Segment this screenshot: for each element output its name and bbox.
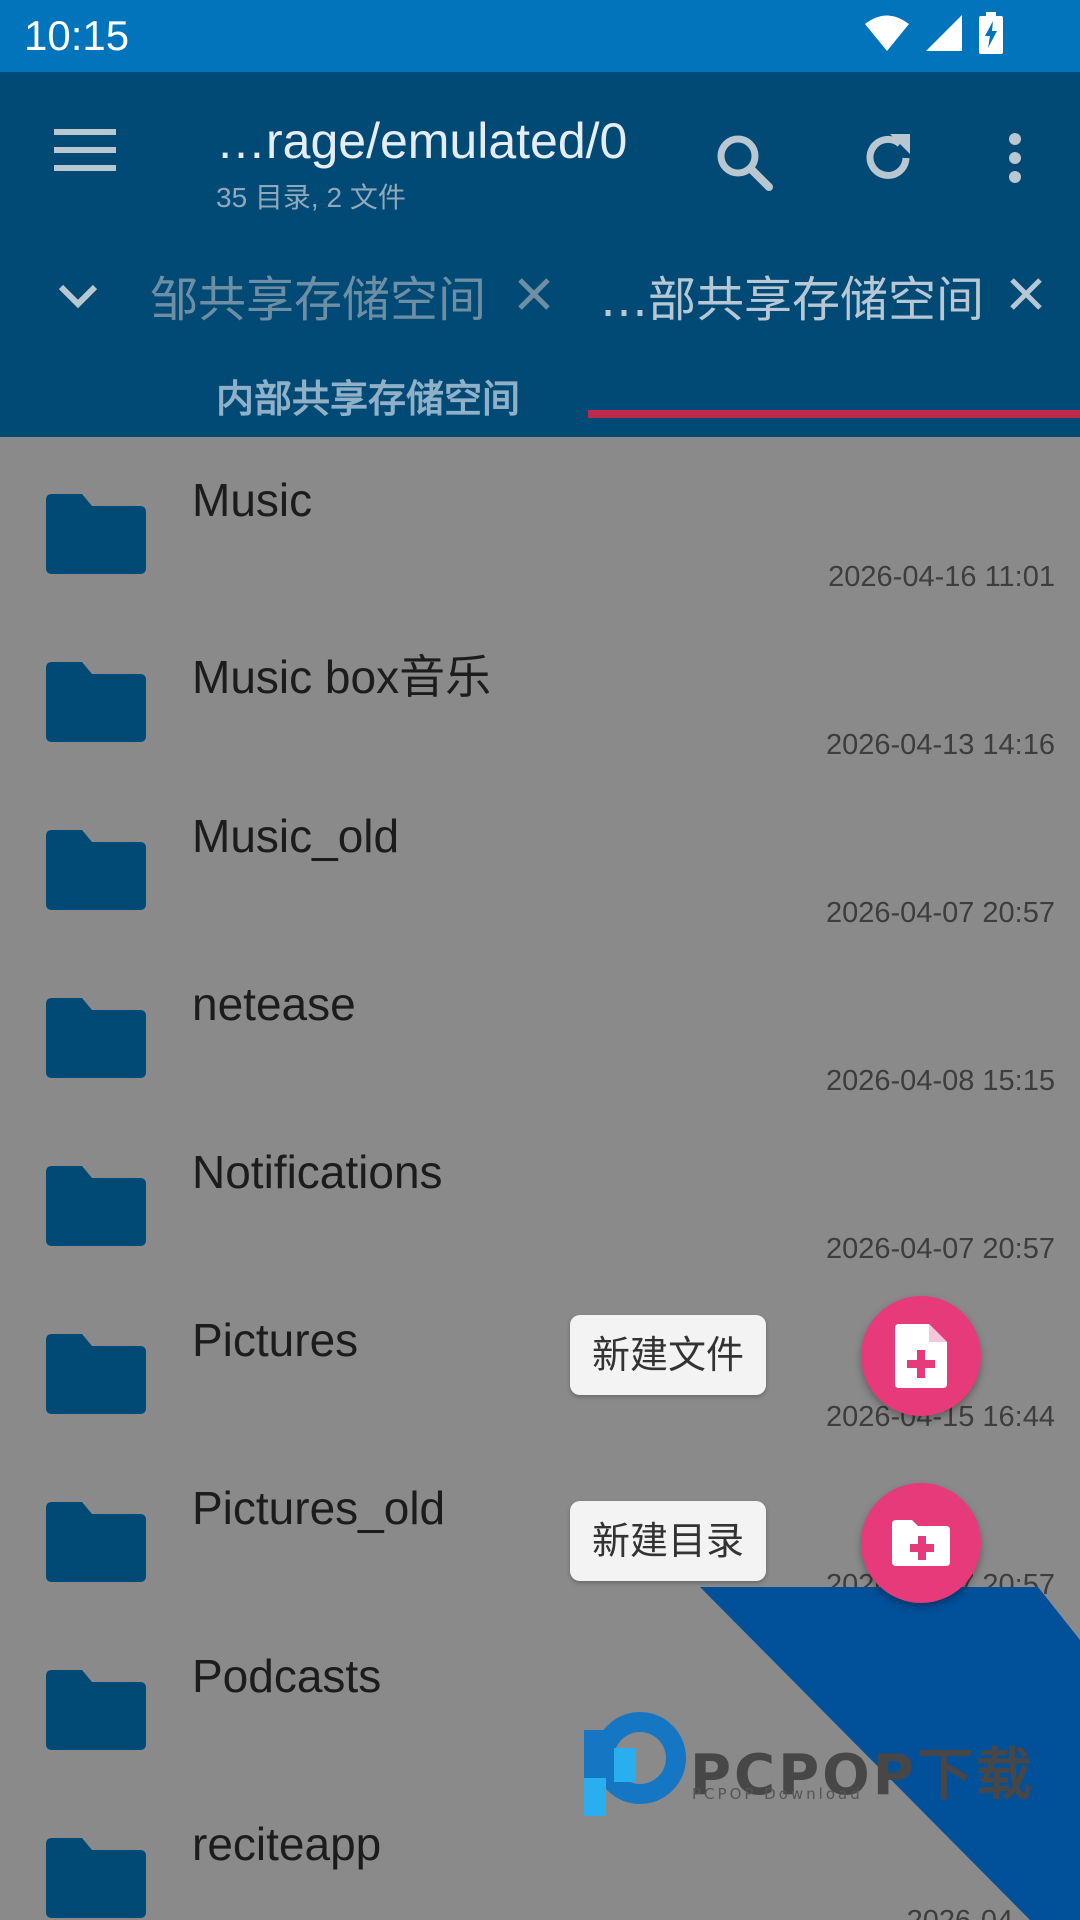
tabs-dropdown-button[interactable] [50, 268, 106, 324]
watermark-subtext: PCPOP Download [692, 1785, 863, 1803]
folder-icon [46, 494, 146, 574]
status-time: 10:15 [24, 12, 130, 59]
folder-add-icon [892, 1520, 950, 1566]
more-vert-icon [1009, 133, 1021, 183]
folder-icon [46, 1670, 146, 1750]
file-row[interactable]: Music box音乐 2026-04-13 14:16 [0, 605, 1080, 773]
menu-button[interactable] [40, 120, 130, 180]
file-add-icon [895, 1324, 947, 1388]
file-row[interactable]: Music 2026-04-16 11:01 [0, 437, 1080, 605]
tab-storage-2[interactable]: …部共享存储空间 [600, 260, 984, 330]
folder-icon [46, 830, 146, 910]
refresh-button[interactable] [848, 118, 928, 198]
file-name: Pictures_old [192, 1482, 446, 1534]
menu-icon [54, 129, 116, 171]
file-date: 2026-04-08 15:15 [826, 1065, 1055, 1097]
folder-icon [46, 1502, 146, 1582]
new-folder-button[interactable] [861, 1483, 981, 1603]
file-row[interactable]: Notifications 2026-04-07 20:57 [0, 1109, 1080, 1277]
file-name: Podcasts [192, 1650, 382, 1702]
file-row[interactable]: Music_old 2026-04-07 20:57 [0, 773, 1080, 941]
close-tab-1-button[interactable] [508, 268, 560, 320]
close-icon [1010, 278, 1042, 310]
status-bar: 10:15 [0, 0, 1080, 72]
file-date: 2026-04-16 11:01 [828, 561, 1055, 593]
folder-icon [46, 998, 146, 1078]
file-list: Music 2026-04-16 11:01 Music box音乐 2026-04-… [0, 437, 1080, 1920]
close-icon [518, 278, 550, 310]
chevron-down-icon [58, 284, 98, 309]
folder-icon [46, 1334, 146, 1414]
file-date: 2026-04-15 [907, 1905, 1055, 1920]
path-summary: 35 目录, 2 文件 [216, 182, 406, 213]
search-button[interactable] [704, 122, 784, 202]
file-date: 2026-04-07 20:57 [826, 1233, 1055, 1265]
file-name: Music [192, 474, 313, 526]
new-file-button[interactable] [861, 1296, 981, 1416]
file-name: Notifications [192, 1146, 443, 1198]
tab-storage-1[interactable]: 邹共享存储空间 [150, 260, 486, 330]
breadcrumb[interactable]: 内部共享存储空间 [216, 368, 520, 423]
file-name: Pictures [192, 1314, 359, 1366]
app-bar: …rage/emulated/0 35 目录, 2 文件 邹共享存储空间 …部共… [0, 72, 1080, 437]
file-name: Music_old [192, 810, 400, 862]
folder-icon [46, 1166, 146, 1246]
file-name: netease [192, 978, 356, 1030]
file-date: 2026-04-07 20:57 [826, 897, 1055, 929]
search-icon [717, 135, 773, 191]
file-row[interactable]: netease 2026-04-08 15:15 [0, 941, 1080, 1109]
close-tab-2-button[interactable] [1000, 268, 1052, 320]
file-name: Music box音乐 [192, 651, 492, 703]
folder-icon [46, 662, 146, 742]
file-date: 2026-04-13 14:16 [826, 729, 1055, 761]
new-file-label[interactable]: 新建文件 [570, 1315, 767, 1395]
battery-charging-icon [979, 12, 1003, 54]
signal-icon [926, 15, 962, 51]
file-name: reciteapp [192, 1818, 382, 1870]
more-options-button[interactable] [990, 118, 1040, 198]
path-title: …rage/emulated/0 [216, 113, 628, 169]
new-folder-label[interactable]: 新建目录 [570, 1501, 767, 1581]
refresh-icon [866, 134, 910, 179]
active-tab-indicator [588, 410, 1080, 418]
wifi-icon [865, 15, 909, 51]
folder-icon [46, 1838, 146, 1918]
